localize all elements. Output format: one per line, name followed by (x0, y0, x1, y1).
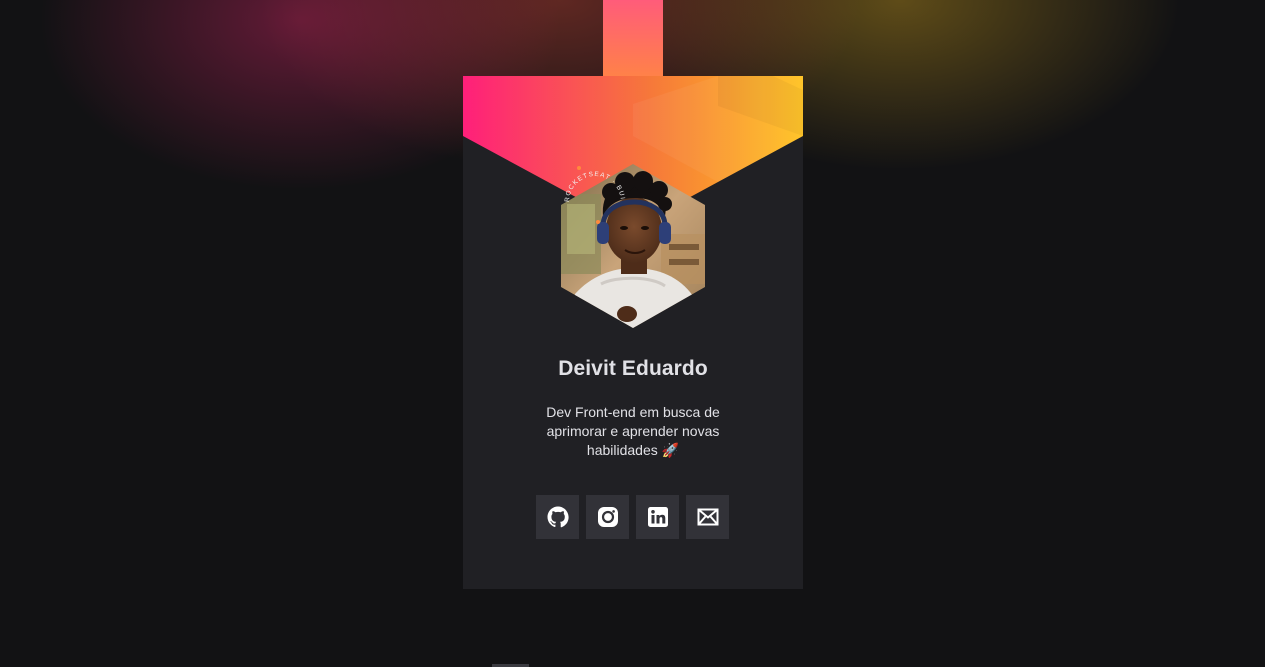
avatar: ROCKETSEAT · BUILD THE FUTURE · (558, 159, 705, 328)
linkedin-link[interactable] (636, 495, 679, 539)
linkedin-icon (647, 507, 668, 527)
profile-name: Deivit Eduardo (558, 357, 708, 380)
github-link[interactable] (536, 495, 579, 539)
profile-card: ROCKETSEAT · BUILD THE FUTURE · Deivit E… (463, 76, 803, 589)
email-link[interactable] (686, 495, 729, 539)
social-links (536, 495, 729, 539)
mail-icon (697, 508, 718, 526)
instagram-link[interactable] (586, 495, 629, 539)
github-icon (547, 506, 569, 528)
profile-bio: Dev Front-end em busca de aprimorar e ap… (546, 404, 720, 458)
instagram-icon (597, 507, 618, 527)
